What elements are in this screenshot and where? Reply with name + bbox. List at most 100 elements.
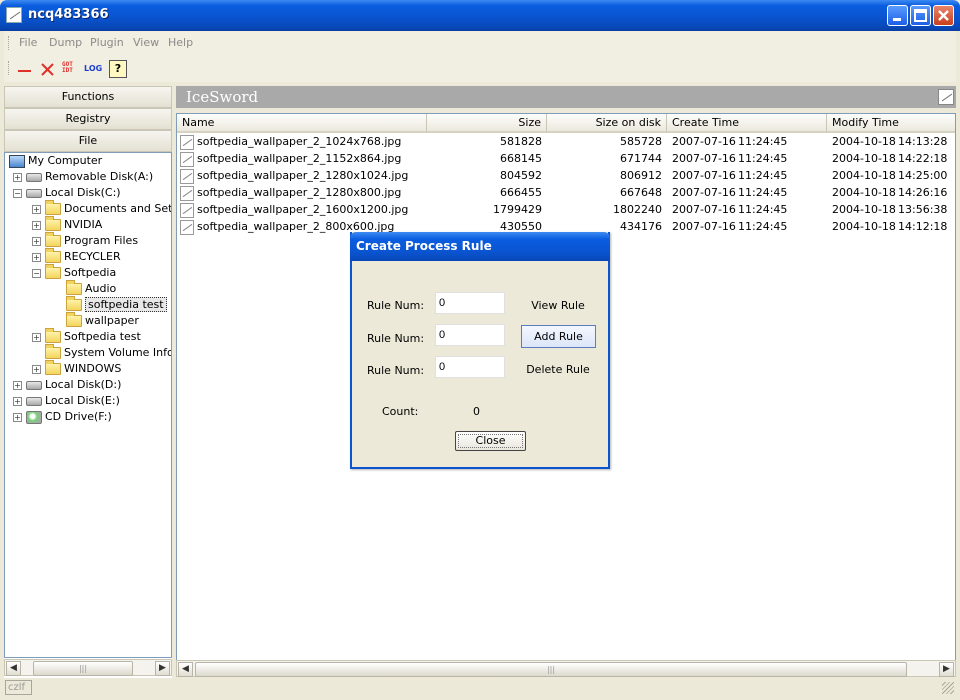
table-row[interactable]: softpedia_wallpaper_2_1024x768.jpg 58182… xyxy=(177,133,955,150)
scroll-thumb[interactable]: ||| xyxy=(195,662,907,677)
delete-rule-button[interactable]: Delete Rule xyxy=(522,363,594,376)
collapse-icon[interactable]: − xyxy=(32,268,41,278)
scroll-right-icon[interactable]: ▶ xyxy=(155,661,170,676)
table-row[interactable]: softpedia_wallpaper_2_1600x1200.jpg 1799… xyxy=(177,201,955,218)
delete-button[interactable] xyxy=(39,60,57,78)
menu-help[interactable]: Help xyxy=(168,36,193,49)
toolbar: GOT IDT LOG ? xyxy=(4,55,956,82)
scroll-left-icon[interactable]: ◀ xyxy=(178,662,193,677)
log-label: LOG xyxy=(84,64,103,73)
image-file-icon xyxy=(180,219,194,235)
drive-icon xyxy=(26,380,42,390)
tree-item-nvidia[interactable]: + NVIDIA xyxy=(32,216,102,233)
tree-item-softpedia[interactable]: − Softpedia xyxy=(32,264,116,281)
functions-button[interactable]: Functions xyxy=(4,86,172,108)
folder-icon xyxy=(45,248,61,263)
tree-item-cd-drive[interactable]: + CD Drive(F:) xyxy=(13,409,112,425)
tree-item-local-disk-c[interactable]: − Local Disk(C:) xyxy=(13,185,121,201)
status-bar: czlf xyxy=(4,680,956,696)
table-row[interactable]: softpedia_wallpaper_2_1280x800.jpg 66645… xyxy=(177,184,955,201)
dialog-title: Create Process Rule xyxy=(356,239,492,253)
scroll-left-icon[interactable]: ◀ xyxy=(6,661,21,676)
folder-icon xyxy=(66,280,82,295)
folder-icon xyxy=(45,216,61,231)
rule-num-input[interactable] xyxy=(435,324,505,346)
expand-icon[interactable]: + xyxy=(13,380,22,390)
expand-icon[interactable]: + xyxy=(32,252,41,262)
tree-item-my-computer[interactable]: My Computer xyxy=(9,153,102,169)
expand-icon[interactable]: + xyxy=(32,220,41,230)
image-file-icon xyxy=(180,202,194,218)
expand-icon[interactable]: + xyxy=(32,204,41,214)
menu-dump[interactable]: Dump xyxy=(49,36,82,49)
image-file-icon xyxy=(180,168,194,184)
tree-item-local-disk-e[interactable]: + Local Disk(E:) xyxy=(13,393,120,409)
tree-item-recycler[interactable]: + RECYCLER xyxy=(32,248,121,265)
tree-item-documents-and-settings[interactable]: +Documents and Settings xyxy=(32,200,171,217)
column-header-name[interactable]: Name xyxy=(177,114,427,133)
table-row[interactable]: softpedia_wallpaper_2_1280x1024.jpg 8045… xyxy=(177,167,955,184)
registry-button[interactable]: Registry xyxy=(4,108,172,130)
resize-grip-icon[interactable] xyxy=(942,682,954,694)
folder-icon xyxy=(45,344,61,359)
expand-icon[interactable]: + xyxy=(32,364,41,374)
expand-icon[interactable]: + xyxy=(32,236,41,246)
window-titlebar[interactable]: ncq483366 xyxy=(0,0,960,31)
image-file-icon xyxy=(180,134,194,150)
table-row[interactable]: softpedia_wallpaper_2_1152x864.jpg 66814… xyxy=(177,150,955,167)
column-header-modify-time[interactable]: Modify Time xyxy=(827,114,955,133)
folder-icon xyxy=(66,312,82,327)
scroll-thumb[interactable]: ||| xyxy=(33,661,133,676)
help-button[interactable]: ? xyxy=(109,60,127,78)
status-text: czlf xyxy=(5,680,32,695)
toolbar-grip xyxy=(8,61,11,75)
menu-plugin[interactable]: Plugin xyxy=(90,36,124,49)
image-file-icon xyxy=(180,185,194,201)
minimize-button[interactable] xyxy=(887,5,908,26)
expand-icon[interactable]: + xyxy=(13,412,22,422)
close-dialog-button[interactable]: Close xyxy=(455,431,526,451)
tree-item-wallpaper[interactable]: wallpaper xyxy=(66,312,139,329)
dialog-titlebar[interactable]: Create Process Rule xyxy=(350,232,610,261)
scroll-right-icon[interactable]: ▶ xyxy=(939,662,954,677)
file-tree[interactable]: My Computer + Removable Disk(A:) − Local D… xyxy=(4,152,172,658)
tree-item-windows[interactable]: + WINDOWS xyxy=(32,360,121,377)
add-rule-button[interactable]: Add Rule xyxy=(521,325,596,348)
menu-view[interactable]: View xyxy=(133,36,159,49)
tree-item-program-files[interactable]: + Program Files xyxy=(32,232,138,249)
list-horizontal-scrollbar[interactable]: ◀ ||| ▶ xyxy=(176,660,956,677)
drive-icon xyxy=(26,188,42,198)
folder-icon xyxy=(45,200,61,215)
tree-item-softpedia-test[interactable]: softpedia test xyxy=(66,296,167,313)
close-window-button[interactable] xyxy=(933,5,954,26)
minimize-icon xyxy=(893,18,901,21)
folder-icon xyxy=(45,328,61,343)
collapse-icon[interactable]: − xyxy=(13,188,22,198)
expand-icon[interactable]: + xyxy=(32,332,41,342)
tree-item-audio[interactable]: Audio xyxy=(66,280,116,297)
menu-file[interactable]: File xyxy=(19,36,37,49)
rule-num-input[interactable] xyxy=(435,292,505,314)
file-button[interactable]: File xyxy=(4,130,172,152)
app-icon xyxy=(6,7,22,23)
view-rule-button[interactable]: View Rule xyxy=(522,299,594,312)
folder-icon xyxy=(45,232,61,247)
tree-item-removable-disk[interactable]: + Removable Disk(A:) xyxy=(13,169,153,185)
expand-icon[interactable]: + xyxy=(13,396,22,406)
tree-item-local-disk-d[interactable]: + Local Disk(D:) xyxy=(13,377,121,393)
tree-horizontal-scrollbar[interactable]: ◀ ||| ▶ xyxy=(4,659,172,676)
panel-title: IceSword xyxy=(186,88,259,106)
minus-button[interactable] xyxy=(16,60,34,78)
computer-icon xyxy=(9,154,25,168)
tree-item-softpedia-test-root[interactable]: + Softpedia test xyxy=(32,328,141,345)
column-header-create-time[interactable]: Create Time xyxy=(667,114,827,133)
expand-icon[interactable]: + xyxy=(13,172,22,182)
column-header-size[interactable]: Size xyxy=(427,114,547,133)
log-button[interactable]: LOG xyxy=(84,60,106,78)
tree-item-system-volume-information[interactable]: System Volume Information xyxy=(45,344,171,361)
column-header-size-on-disk[interactable]: Size on disk xyxy=(547,114,667,133)
maximize-button[interactable] xyxy=(910,5,931,26)
left-panel: Functions Registry File My Computer + Rem… xyxy=(4,86,172,678)
rule-num-input[interactable] xyxy=(435,356,505,378)
got-idt-button[interactable]: GOT IDT xyxy=(62,60,80,78)
